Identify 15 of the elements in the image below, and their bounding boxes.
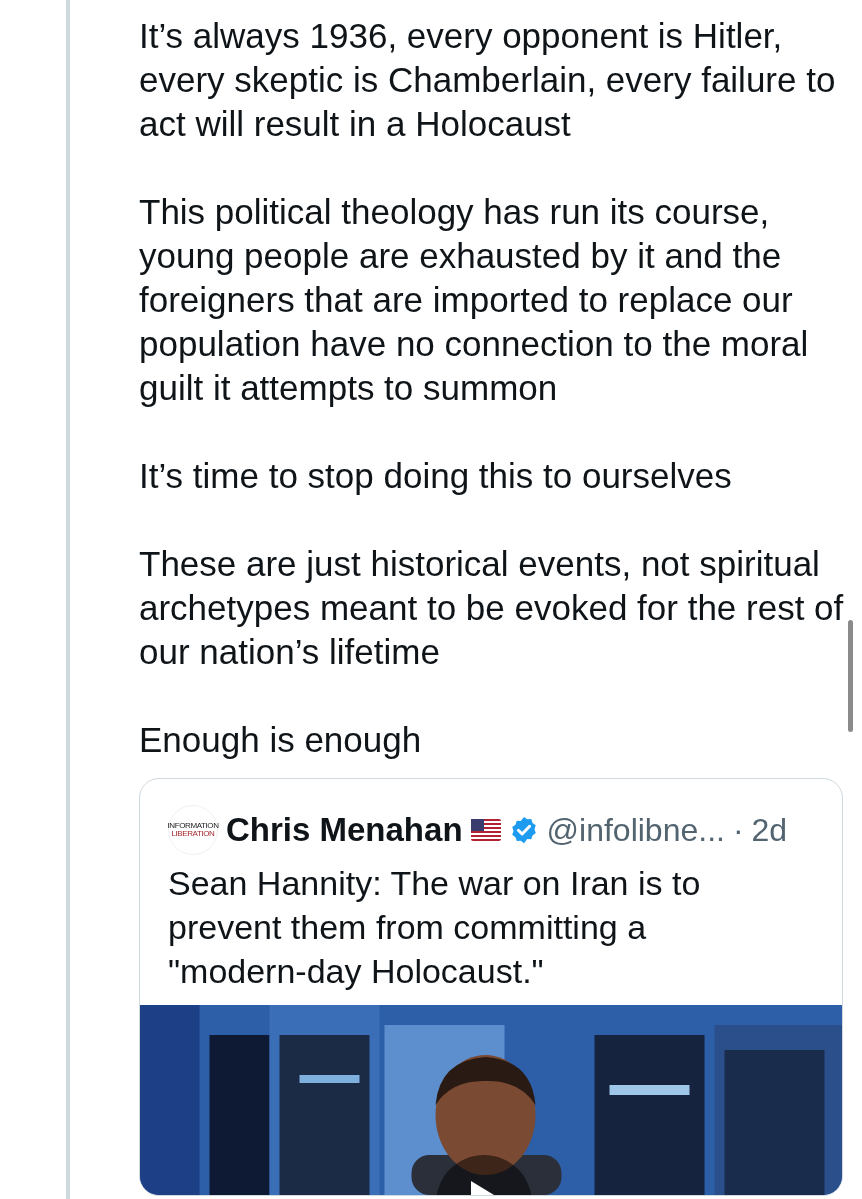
avatar[interactable]: INFORMATION LIBERATION [168, 805, 218, 855]
post-time[interactable]: 2d [751, 806, 788, 854]
avatar-logo-text: LIBERATION [171, 830, 215, 838]
scrollbar-thumb[interactable] [848, 620, 853, 732]
post-paragraph: These are just historical events, not spiritual archetypes meant to be evoked for the rest of our nation’s lifetime [139, 543, 845, 673]
quoted-post-text: Sean Hannity: The war on Iran is to prevent them from committing a "modern-day Holocaust." [168, 863, 702, 992]
flag-icon [470, 819, 501, 841]
post-paragraph: It’s time to stop doing this to ourselves [139, 455, 733, 497]
separator-dot: · [732, 811, 744, 850]
author-name[interactable]: Chris Menahan [226, 805, 463, 855]
author-handle[interactable]: @infolibne... [546, 806, 725, 854]
post-paragraph: It’s always 1936, every opponent is Hitler, every skeptic is Chamberlain, every failure to act will result in a Holocaust [139, 15, 837, 145]
avatar-logo-text: INFORMATION [167, 822, 219, 830]
post-paragraph: This political theology has run its course, young people are exhausted by it and the foreigners that are imported to replace our population have no connection to the moral guilt it attempts to summon [139, 191, 810, 409]
post-paragraph: Enough is enough [139, 719, 423, 761]
